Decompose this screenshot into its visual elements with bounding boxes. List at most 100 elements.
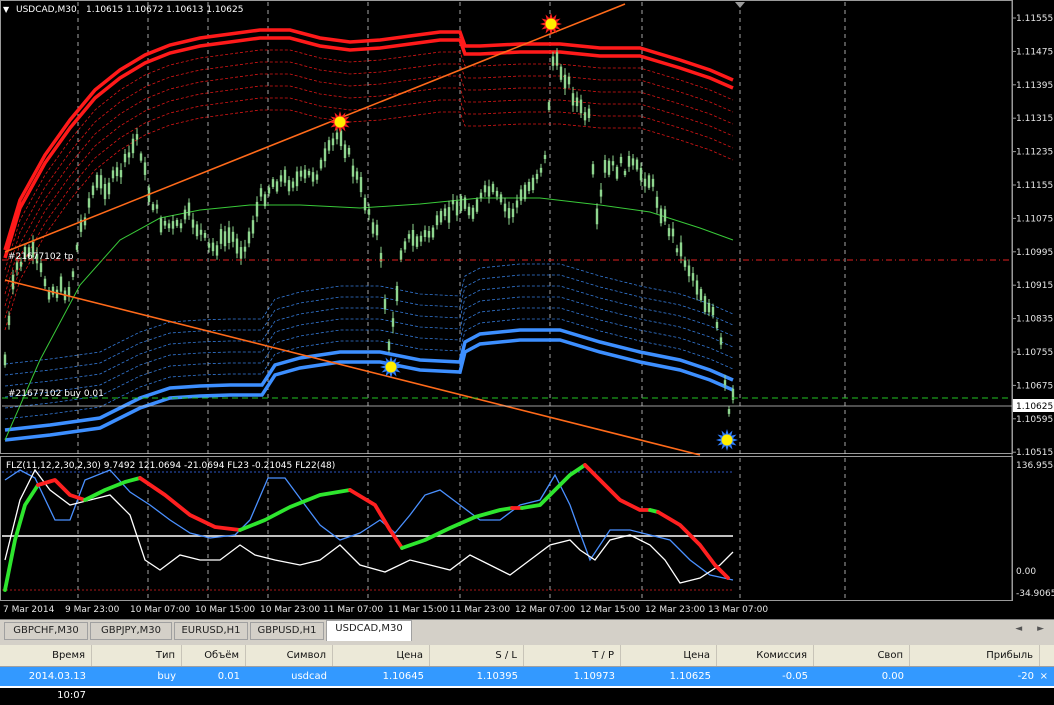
order-label: #21677102 buy 0.01 xyxy=(8,389,104,399)
header-open-price[interactable]: Цена xyxy=(333,645,430,666)
tab-gbpjpy-m30[interactable]: GBPJPY,M30 xyxy=(90,622,172,640)
candle-body xyxy=(591,164,595,175)
candle-body xyxy=(443,208,447,217)
y-tick-label: 1.10515 xyxy=(1016,448,1053,458)
x-tick-label: 12 Mar 23:00 xyxy=(645,605,705,615)
candle-body xyxy=(323,148,327,162)
candle-body xyxy=(243,246,247,252)
header-time[interactable]: Время xyxy=(0,645,92,666)
candle-body xyxy=(167,223,171,229)
candle-body xyxy=(507,208,511,219)
y-tick-label: 1.10835 xyxy=(1016,315,1053,325)
indicator-label: FLZ(11,12,2,30,2,30) 9.7492 121.0694 -21… xyxy=(6,461,335,471)
candle-body xyxy=(667,228,671,237)
candle-body xyxy=(627,155,631,167)
candle-body xyxy=(463,197,467,209)
candle-body xyxy=(475,199,479,212)
cell-symbol: usdcad xyxy=(291,671,327,682)
tab-gbpchf-m30[interactable]: GBPCHF,M30 xyxy=(4,622,88,640)
candle-body xyxy=(607,160,611,175)
candle-body xyxy=(435,215,439,226)
candle-body xyxy=(163,220,167,226)
candle-body xyxy=(631,158,635,166)
y-tick-label: 1.10915 xyxy=(1016,281,1053,291)
candle-body xyxy=(487,186,491,197)
candle-body xyxy=(711,306,715,316)
candle-body xyxy=(415,236,419,247)
candle-body xyxy=(559,66,563,80)
candle-body xyxy=(179,223,183,229)
candle-body xyxy=(251,220,255,234)
header-price[interactable]: Цена xyxy=(621,645,717,666)
candle-body xyxy=(343,144,347,159)
header-tp[interactable]: T / P xyxy=(524,645,621,666)
tab-eurusd-h1[interactable]: EURUSD,H1 xyxy=(174,622,248,640)
candle-body xyxy=(447,207,451,223)
candle-body xyxy=(255,201,259,217)
candle-body xyxy=(339,130,343,147)
candle-body xyxy=(679,242,683,257)
candle-body xyxy=(263,194,267,207)
candle-body xyxy=(311,172,315,182)
y-tick-label: 1.11235 xyxy=(1016,148,1053,158)
candle-body xyxy=(395,286,399,302)
candle-body xyxy=(347,147,351,155)
trade-terminal: Время Тип Объём Символ Цена S / LT / P Цена Ком… xyxy=(0,645,1054,701)
candle-body xyxy=(691,273,695,281)
candle-body xyxy=(651,178,655,187)
candle-body xyxy=(91,185,95,195)
tab-scroll-icon[interactable]: ◄ ► xyxy=(1015,624,1050,634)
x-tick-label: 9 Mar 23:00 xyxy=(65,605,120,615)
collapse-arrow-icon[interactable]: ▼ xyxy=(3,5,10,14)
candle-body xyxy=(411,229,415,246)
header-volume[interactable]: Объём xyxy=(182,645,246,666)
candle-body xyxy=(39,263,43,273)
candle-body xyxy=(567,76,571,85)
x-tick-label: 11 Mar 07:00 xyxy=(323,605,383,615)
cell-swap: 0.00 xyxy=(881,671,904,682)
candle-body xyxy=(371,222,375,234)
candle-body xyxy=(431,227,435,238)
price-chart[interactable]: 1.11555 1.11475 1.11395 1.11315 1.11235 1.111… xyxy=(0,0,1054,619)
tp-label: #21677102 tp xyxy=(8,252,74,262)
candle-body xyxy=(103,183,107,200)
candle-body xyxy=(547,102,551,110)
candle-body xyxy=(3,354,7,366)
candle-body xyxy=(555,52,559,66)
tab-usdcad-m30[interactable]: USDCAD,M30 xyxy=(326,620,412,641)
candle-body xyxy=(267,187,271,194)
indicator-tick-label: -34.9065 xyxy=(1016,589,1054,599)
candle-body xyxy=(727,409,731,414)
cell-sl: 1.10395 xyxy=(476,671,518,682)
candle-body xyxy=(387,341,391,351)
candle-body xyxy=(583,112,587,121)
candle-body xyxy=(563,74,567,89)
candle-body xyxy=(715,321,719,328)
candle-body xyxy=(59,276,63,292)
candle-body xyxy=(307,170,311,176)
candle-body xyxy=(107,182,111,195)
candle-body xyxy=(327,140,331,151)
candle-body xyxy=(375,224,379,236)
candle-body xyxy=(359,177,363,193)
candle-body xyxy=(499,194,503,203)
header-swap[interactable]: Своп xyxy=(814,645,910,666)
candle-body xyxy=(95,174,99,188)
tab-gbpusd-h1[interactable]: GBPUSD,H1 xyxy=(250,622,324,640)
header-type[interactable]: Тип xyxy=(92,645,182,666)
candle-body xyxy=(687,265,691,277)
indicator-tick-label: 0.00 xyxy=(1016,567,1036,577)
table-row[interactable]: 2014.03.13 10:07 buy 0.01 usdcad 1.10645 1.10… xyxy=(0,667,1054,701)
indicator-tick-label: 136.9558 xyxy=(1016,461,1054,471)
candle-body xyxy=(587,108,591,118)
candle-body xyxy=(279,175,283,182)
header-commission[interactable]: Комиссия xyxy=(717,645,814,666)
header-profit[interactable]: Прибыль xyxy=(910,645,1040,666)
y-tick-label: 1.11395 xyxy=(1016,81,1053,91)
header-sl[interactable]: S / L xyxy=(430,645,524,666)
candle-body xyxy=(275,181,279,192)
candle-body xyxy=(123,153,127,163)
candle-body xyxy=(491,183,495,193)
header-symbol[interactable]: Символ xyxy=(246,645,333,666)
close-position-icon[interactable]: × xyxy=(1040,667,1048,686)
